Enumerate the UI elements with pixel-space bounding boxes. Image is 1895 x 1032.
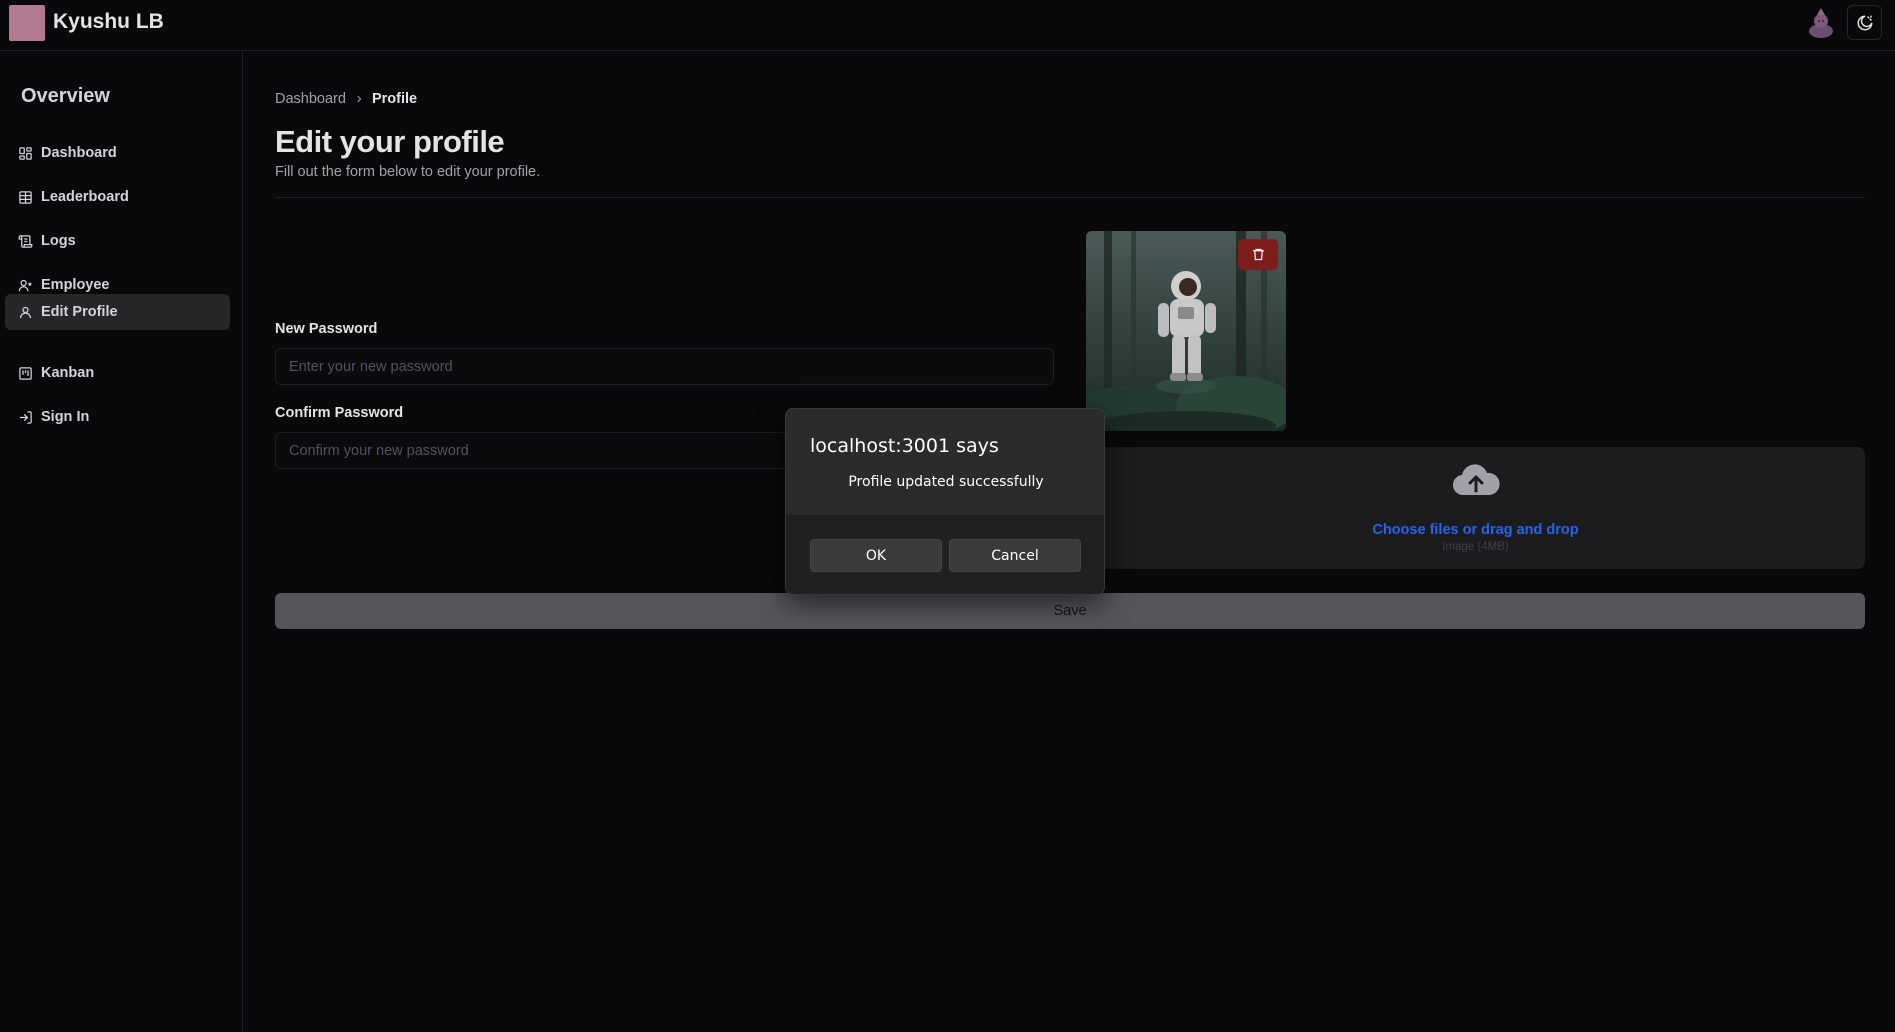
breadcrumb-dashboard-link[interactable]: Dashboard [275, 91, 346, 107]
dialog-message: Profile updated successfully [848, 474, 1044, 490]
new-password-label: New Password [275, 321, 378, 337]
avatar-icon [1809, 8, 1833, 38]
sidebar: Overview Dashboard Leaderboard Logs Empl… [0, 51, 243, 1032]
sidebar-item-label: Leaderboard [41, 189, 129, 205]
trash-icon [1252, 248, 1264, 261]
new-password-input[interactable] [275, 348, 1054, 385]
cancel-button[interactable]: Cancel [949, 539, 1081, 572]
app-title[interactable]: Kyushu LB [53, 10, 164, 34]
sidebar-item-label: Logs [41, 233, 76, 249]
sidebar-item-logs[interactable]: Logs [5, 223, 230, 259]
sidebar-item-label: Dashboard [41, 145, 117, 161]
chevron-right-icon [357, 95, 362, 103]
dropzone-hint: Image (4MB) [1442, 541, 1509, 553]
table-icon [19, 190, 32, 204]
alert-dialog: localhost:3001 says Profile updated succ… [785, 408, 1105, 595]
breadcrumb-current: Profile [371, 91, 418, 107]
user-avatar[interactable] [1806, 6, 1836, 38]
sidebar-item-label: Kanban [41, 365, 95, 381]
file-dropzone[interactable]: Choose files or drag and drop Image (4MB… [1086, 447, 1865, 569]
sidebar-item-edit-profile[interactable]: Edit Profile [5, 294, 230, 330]
sidebar-item-label: Sign In [41, 409, 90, 425]
app-logo[interactable] [9, 5, 45, 41]
sidebar-item-dashboard[interactable]: Dashboard [5, 135, 230, 171]
confirm-password-label: Confirm Password [275, 405, 404, 421]
scroll-icon [18, 234, 33, 248]
sidebar-item-label: Edit Profile [41, 304, 118, 320]
page-title: Edit your profile [275, 124, 505, 159]
ok-button[interactable]: OK [810, 539, 942, 572]
divider [275, 197, 1865, 198]
theme-toggle-button[interactable] [1847, 5, 1882, 40]
kanban-icon [19, 366, 32, 380]
dropzone-label[interactable]: Choose files or drag and drop [1086, 522, 1865, 538]
dialog-title: localhost:3001 says [810, 435, 999, 457]
top-header: Kyushu LB [0, 0, 1895, 51]
sidebar-item-leaderboard[interactable]: Leaderboard [5, 179, 230, 215]
sidebar-item-kanban[interactable]: Kanban [5, 355, 230, 391]
dashboard-icon [19, 146, 32, 160]
user-x-icon [18, 279, 32, 291]
sign-in-icon [19, 410, 32, 424]
page-subtitle: Fill out the form below to edit your pro… [275, 164, 541, 180]
sidebar-item-sign-in[interactable]: Sign In [5, 399, 230, 435]
delete-photo-button[interactable] [1238, 239, 1278, 270]
cloud-upload-icon [1452, 464, 1500, 496]
dialog-footer: OK Cancel [786, 515, 1104, 594]
sidebar-item-label: Employee [41, 277, 110, 293]
moon-sun-icon [1857, 15, 1872, 30]
user-icon [19, 306, 32, 318]
save-button[interactable]: Save [275, 593, 1865, 629]
breadcrumb: Dashboard Profile [275, 91, 417, 107]
sidebar-title: Overview [21, 85, 110, 107]
